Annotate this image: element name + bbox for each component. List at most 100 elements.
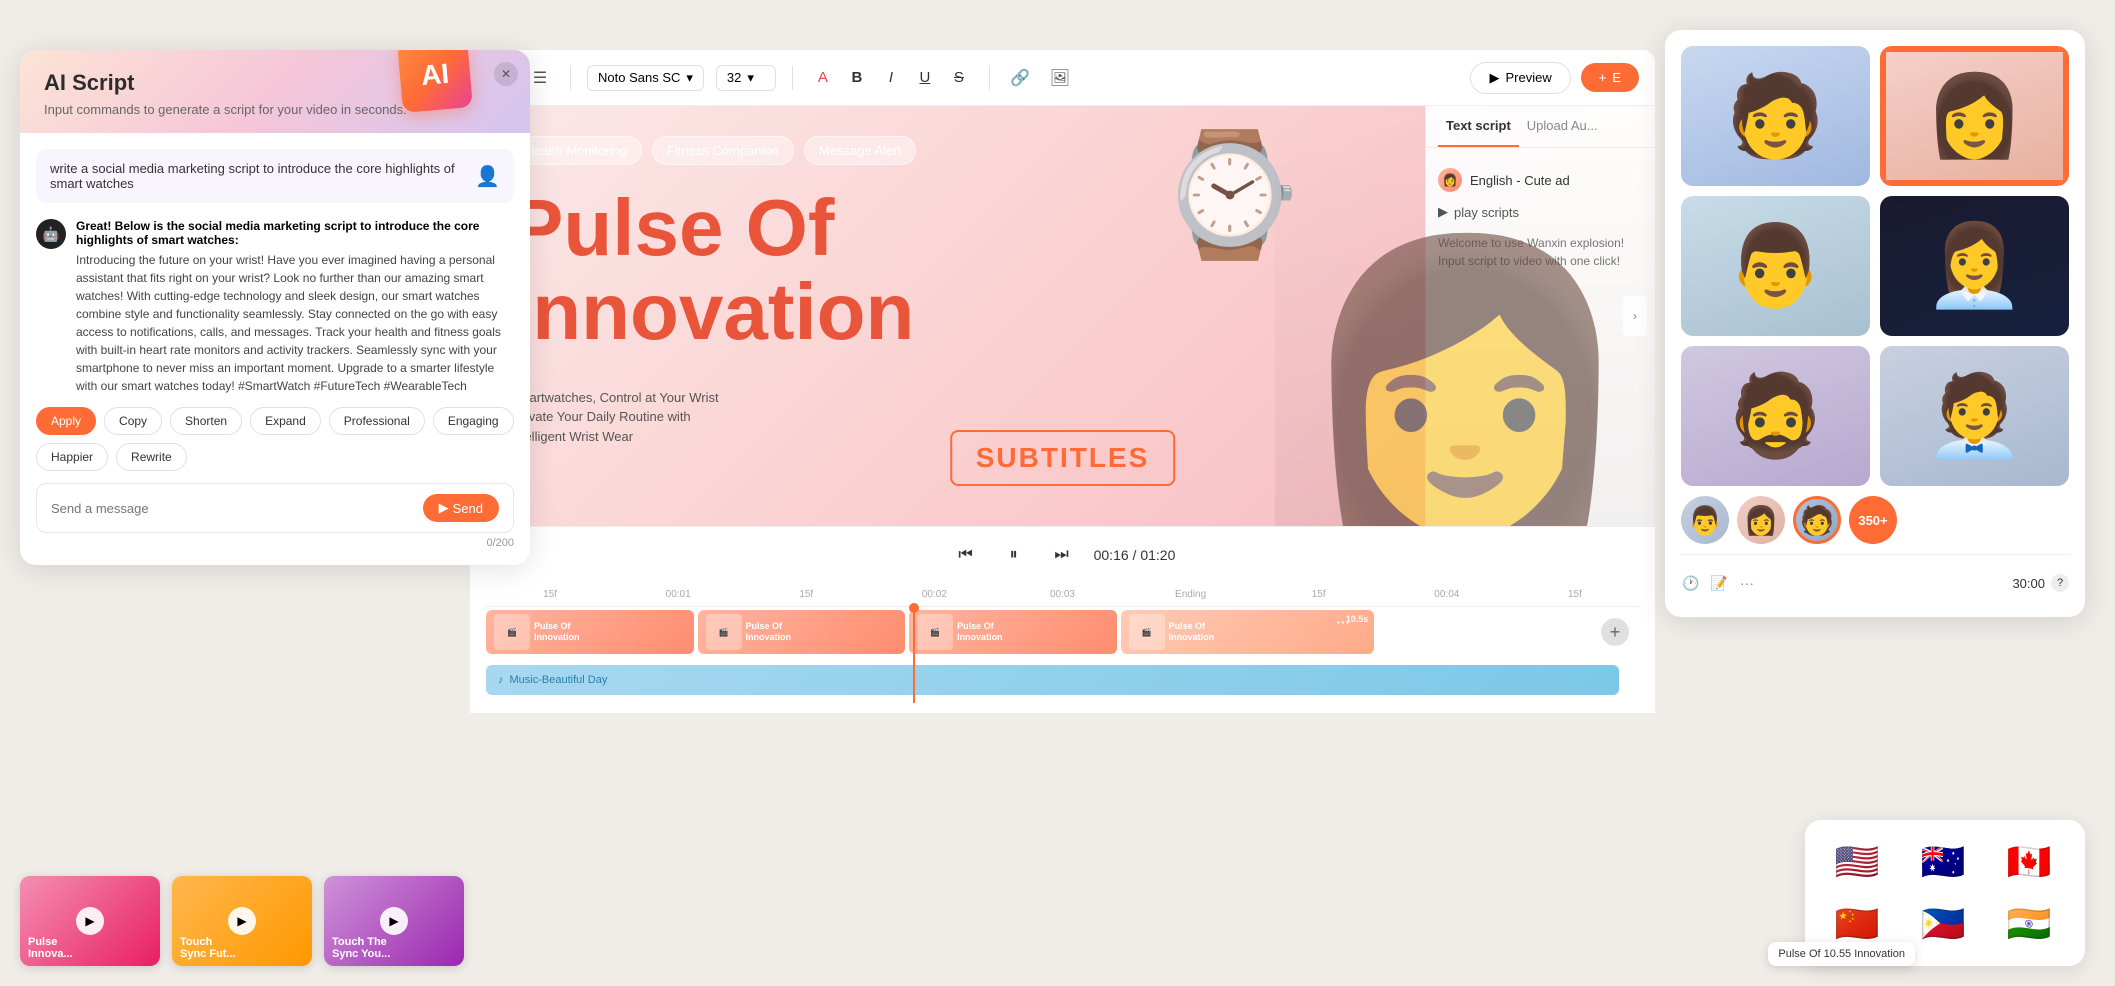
avatar-mini-1[interactable]: 👨: [1681, 496, 1729, 544]
user-message: write a social media marketing script to…: [36, 149, 514, 203]
more-avatars-row: 👨 👩 🧑 350+: [1681, 496, 2069, 544]
avatar-figure-5: 🧔: [1726, 369, 1826, 463]
flag-us[interactable]: 🇺🇸: [1821, 836, 1893, 888]
ai-response-block: 🤖 Great! Below is the social media marke…: [36, 219, 514, 395]
send-button[interactable]: ▶ Send: [423, 494, 499, 522]
avatar-card-3[interactable]: 👨: [1681, 196, 1870, 336]
export-button[interactable]: + E: [1581, 63, 1639, 92]
music-track[interactable]: ♪ Music-Beautiful Day: [486, 665, 1619, 695]
avatar-figure-3: 👨: [1726, 219, 1826, 313]
video-canvas: Health Monitoring Fitness Companion Mess…: [470, 106, 1655, 526]
preview-button[interactable]: ▶ Preview: [1470, 62, 1570, 94]
bold-btn[interactable]: B: [843, 64, 871, 92]
skip-forward-button[interactable]: ⏭: [1046, 539, 1078, 571]
more-icon[interactable]: ···: [1737, 573, 1757, 593]
send-input[interactable]: [51, 501, 415, 516]
play-icon-2[interactable]: ▶: [228, 907, 256, 935]
close-button[interactable]: ✕: [494, 62, 518, 86]
help-icon: ?: [2051, 574, 2069, 592]
subtitles-box[interactable]: SUBTITLES: [950, 430, 1176, 486]
clip-label-0: Pulse OfInnovation: [534, 621, 580, 643]
clip-menu-btn[interactable]: ···: [1336, 614, 1350, 630]
timeline-area: 15f 00:01 15f 00:02 00:03 Ending 15f 00:…: [470, 583, 1655, 713]
avatars-grid: 🧑 👩 👨 👩‍💼 🧔 🧑‍💼: [1681, 46, 2069, 486]
subtitles-text: SUBTITLES: [976, 442, 1150, 474]
ai-script-header: AI AI Script Input commands to generate …: [20, 50, 530, 133]
playhead-circle: [909, 603, 919, 613]
send-icon: ▶: [439, 500, 449, 516]
presenter-area: 👩: [1275, 106, 1655, 526]
play-icon-3[interactable]: ▶: [380, 907, 408, 935]
avatar-card-4[interactable]: 👩‍💼: [1880, 196, 2069, 336]
avatar-mini-2[interactable]: 👩: [1737, 496, 1785, 544]
underline-btn[interactable]: U: [911, 64, 939, 92]
add-track-button[interactable]: +: [1601, 618, 1629, 646]
next-arrow[interactable]: ›: [1623, 296, 1647, 336]
pause-button[interactable]: ⏸: [998, 539, 1030, 571]
flag-in[interactable]: 🇮🇳: [1993, 898, 2065, 950]
clip-label-3: Pulse OfInnovation: [1169, 621, 1215, 643]
apply-button[interactable]: Apply: [36, 407, 96, 435]
rewrite-button[interactable]: Rewrite: [116, 443, 187, 471]
response-body: Introducing the future on your wrist! Ha…: [76, 251, 514, 395]
format-buttons: A B I U S: [809, 64, 973, 92]
strikethrough-btn[interactable]: S: [945, 64, 973, 92]
video-title: Pulse Of Innovation: [510, 186, 914, 354]
video-controls: ⏮ ⏸ ⏭ 00:16 / 01:20: [470, 526, 1655, 583]
avatar-mini-3[interactable]: 🧑: [1793, 496, 1841, 544]
video-editor: ○ ☰ Noto Sans SC ▾ 32 ▾ A B I U S 🔗 🖼 ▶ …: [470, 50, 1655, 976]
playhead[interactable]: [913, 607, 915, 703]
avatars-panel: 🧑 👩 👨 👩‍💼 🧔 🧑‍💼: [1665, 30, 2085, 617]
ruler-mark-0: 15f: [486, 589, 614, 600]
flag-ca[interactable]: 🇨🇦: [1993, 836, 2065, 888]
timeline-ruler: 15f 00:01 15f 00:02 00:03 Ending 15f 00:…: [486, 583, 1639, 607]
avatar-card-1[interactable]: 🧑: [1681, 46, 1870, 186]
avatar-count-badge[interactable]: 350+: [1849, 496, 1897, 544]
list-tool[interactable]: ☰: [526, 64, 554, 92]
thumbnail-3[interactable]: ▶ Touch TheSync You...: [324, 876, 464, 966]
tag-fitness: Fitness Companion: [652, 136, 794, 165]
ai-script-panel: AI AI Script Input commands to generate …: [20, 50, 530, 565]
action-buttons: Apply Copy Shorten Expand Professional E…: [36, 407, 514, 471]
thumbnail-2[interactable]: ▶ TouchSync Fut...: [172, 876, 312, 966]
toolbar-actions: ▶ Preview + E: [1470, 62, 1639, 94]
happier-button[interactable]: Happier: [36, 443, 108, 471]
chevron-down-icon-2: ▾: [747, 70, 754, 86]
skip-back-button[interactable]: ⏮: [950, 539, 982, 571]
play-icon[interactable]: ▶: [76, 907, 104, 935]
thumbnail-1[interactable]: ▶ PulseInnova...: [20, 876, 160, 966]
expand-button[interactable]: Expand: [250, 407, 321, 435]
avatar-figure-1: 🧑: [1726, 69, 1826, 163]
ai-icon: AI: [397, 50, 473, 113]
clip-2[interactable]: 🎬 Pulse OfInnovation: [909, 610, 1117, 654]
clip-1[interactable]: 🎬 Pulse OfInnovation: [698, 610, 906, 654]
avatar-figure-2: 👩: [1925, 69, 2025, 163]
music-track-row: ♪ Music-Beautiful Day: [486, 657, 1639, 703]
copy-button[interactable]: Copy: [104, 407, 162, 435]
avatar-figure-4: 👩‍💼: [1925, 219, 2025, 313]
avatar-card-5[interactable]: 🧔: [1681, 346, 1870, 486]
video-subtitle: Smartwatches, Control at Your Wrist Elev…: [510, 388, 719, 447]
engaging-button[interactable]: Engaging: [433, 407, 514, 435]
link-btn[interactable]: 🔗: [1006, 64, 1034, 92]
presenter-figure: 👩: [1291, 246, 1640, 526]
font-selector[interactable]: Noto Sans SC ▾: [587, 65, 704, 91]
professional-button[interactable]: Professional: [329, 407, 425, 435]
music-icon: ♪: [498, 674, 504, 686]
italic-btn[interactable]: I: [877, 64, 905, 92]
flag-au[interactable]: 🇦🇺: [1907, 836, 1979, 888]
plus-icon: +: [1599, 70, 1607, 85]
image-btn[interactable]: 🖼: [1046, 64, 1074, 92]
font-size-selector[interactable]: 32 ▾: [716, 65, 776, 91]
text-color-btn[interactable]: A: [809, 64, 837, 92]
clip-thumb-2: 🎬: [917, 614, 953, 650]
clip-3[interactable]: 🎬 Pulse OfInnovation 10.5s ···: [1121, 610, 1375, 654]
flag-ph[interactable]: 🇵🇭: [1907, 898, 1979, 950]
clip-thumb-0: 🎬: [494, 614, 530, 650]
clip-0[interactable]: 🎬 Pulse OfInnovation: [486, 610, 694, 654]
user-icon: 👤: [475, 164, 500, 189]
shorten-button[interactable]: Shorten: [170, 407, 242, 435]
thumb-label-1: PulseInnova...: [28, 936, 73, 960]
avatar-card-6[interactable]: 🧑‍💼: [1880, 346, 2069, 486]
avatar-card-2[interactable]: 👩: [1880, 46, 2069, 186]
